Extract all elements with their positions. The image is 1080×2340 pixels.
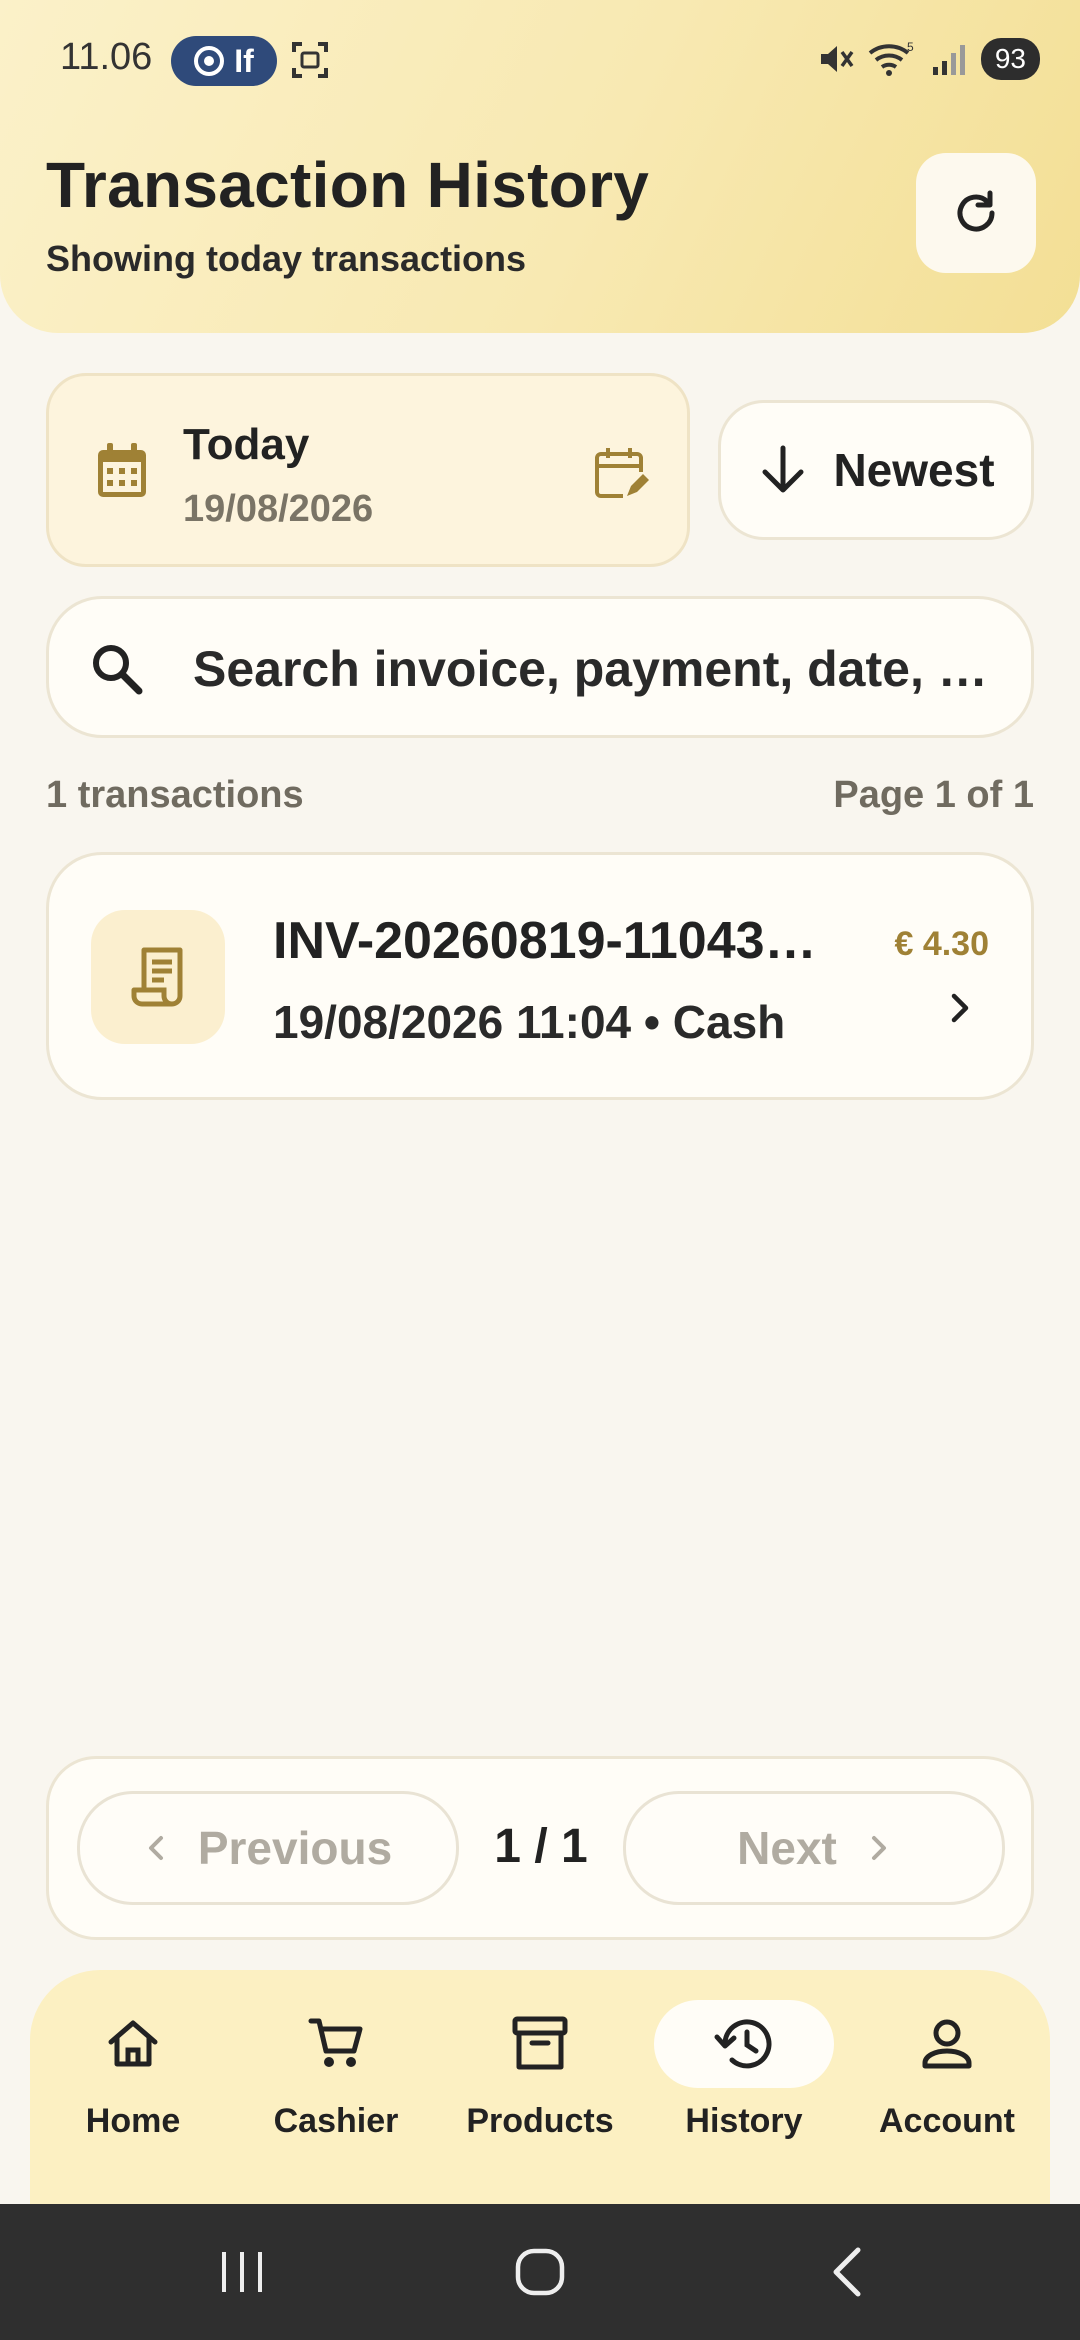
chevron-left-icon [148,1836,163,1860]
calendar-icon [98,443,146,497]
search-box[interactable] [46,596,1034,738]
cart-icon [308,2018,363,2067]
transaction-invoice: INV-20260819-11043… [273,912,817,970]
status-pill-text: If [234,42,254,79]
recents-icon[interactable] [218,2242,268,2302]
next-label: Next [737,1822,837,1874]
archive-box-icon [512,2016,568,2070]
page-subtitle: Showing today transactions [46,238,527,279]
nav-item-products[interactable]: Products [450,2000,630,2200]
refresh-button[interactable] [916,153,1036,273]
transaction-amount: € 4.30 [894,925,989,963]
receipt-icon [131,947,183,1007]
next-button[interactable]: Next [623,1791,1005,1905]
previous-button[interactable]: Previous [77,1791,459,1905]
wifi-icon: 5 [868,40,914,76]
transaction-thumb [91,910,225,1044]
nav-item-history[interactable]: History [654,2000,834,2200]
system-nav-bar [0,2204,1080,2340]
signal-icon [932,45,965,75]
search-input[interactable] [193,629,1033,709]
calendar-edit-icon[interactable] [593,446,649,502]
sort-button[interactable]: Newest [718,400,1034,540]
nav-label: Home [85,2102,181,2140]
nav-label: Cashier [273,2102,399,2140]
nav-label: History [685,2102,803,2140]
person-icon [922,2019,972,2069]
record-icon [194,46,225,76]
status-bar: 11.06 If 5 93 [0,30,1080,90]
sort-label: Newest [833,444,995,496]
search-icon [93,645,143,695]
status-pill: If [171,36,277,86]
date-filter-value: 19/08/2026 [183,488,374,530]
arrow-down-icon [762,445,804,493]
chevron-right-icon [951,993,969,1023]
nav-item-home[interactable]: Home [43,2000,223,2200]
back-icon[interactable] [826,2242,870,2302]
date-filter-card[interactable]: Today 19/08/2026 [46,373,690,567]
battery-indicator: 93 [980,38,1040,80]
transaction-count: 1 transactions [46,774,304,816]
nav-item-account[interactable]: Account [857,2000,1037,2200]
date-filter-label: Today [183,420,310,469]
transaction-card[interactable]: INV-20260819-11043… 19/08/2026 11:04 • C… [46,852,1034,1100]
nav-item-cashier[interactable]: Cashier [246,2000,426,2200]
status-icons: 5 93 [815,38,1040,80]
screenshot-icon [292,42,328,78]
pagination: Previous 1 / 1 Next [46,1756,1034,1940]
mute-icon [820,46,854,72]
history-icon [714,2019,772,2069]
previous-label: Previous [197,1822,393,1874]
chevron-right-icon [871,1836,886,1860]
page-indicator: 1 / 1 [494,1820,588,1873]
transaction-meta: 19/08/2026 11:04 • Cash [273,996,786,1048]
home-icon [108,2020,158,2067]
status-time: 11.06 [60,36,153,78]
refresh-icon [957,190,995,232]
nav-label: Account [879,2102,1015,2140]
wifi-badge: 5 [907,40,914,54]
page-info: Page 1 of 1 [833,774,1034,816]
page-title: Transaction History [46,149,650,221]
header: 11.06 If 5 93 Transaction History Showin… [0,0,1080,333]
nav-label: Products [466,2102,614,2140]
home-button-icon[interactable] [514,2242,568,2302]
